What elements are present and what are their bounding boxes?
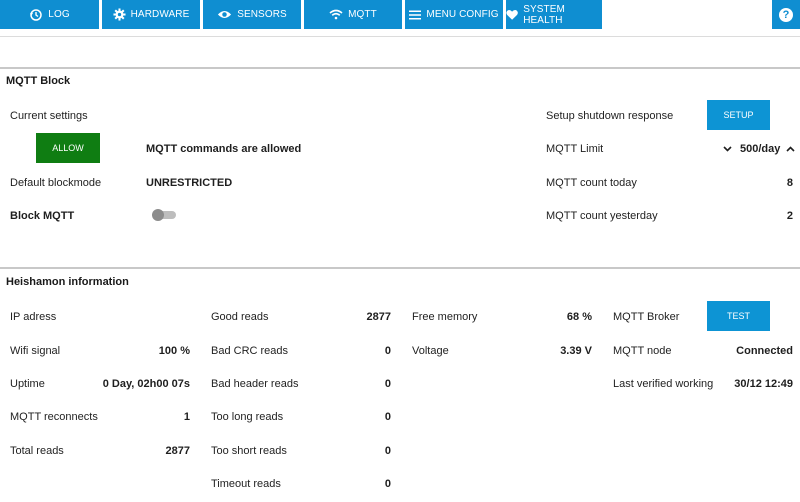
nav-system-health-button[interactable]: SYSTEM HEALTH bbox=[506, 0, 602, 29]
mqtt-count-today-label: MQTT count today bbox=[546, 177, 637, 189]
mqtt-node-label: MQTT node bbox=[613, 345, 672, 357]
mqtt-broker-label: MQTT Broker bbox=[613, 311, 680, 323]
uptime-label: Uptime bbox=[10, 378, 45, 390]
timeout-reads-value: 0 bbox=[384, 478, 391, 490]
mqtt-reconnects-label: MQTT reconnects bbox=[10, 411, 98, 423]
timeout-reads-label: Timeout reads bbox=[211, 478, 281, 490]
total-reads-value: 2877 bbox=[165, 445, 190, 457]
default-blockmode-label: Default blockmode bbox=[10, 177, 102, 189]
help-button[interactable]: ? bbox=[772, 0, 800, 29]
block-mqtt-label: Block MQTT bbox=[10, 210, 75, 222]
chevron-down-icon[interactable] bbox=[723, 146, 732, 152]
nav-system-health-label: SYSTEM HEALTH bbox=[523, 3, 565, 26]
good-reads-label: Good reads bbox=[211, 311, 269, 323]
setup-shutdown-label: Setup shutdown response bbox=[546, 110, 674, 122]
last-verified-label: Last verified working bbox=[613, 378, 714, 390]
chevron-up-icon[interactable] bbox=[786, 146, 795, 152]
divider bbox=[0, 267, 800, 269]
eye-icon bbox=[218, 10, 232, 19]
divider bbox=[0, 67, 800, 69]
test-button[interactable]: TEST bbox=[707, 301, 770, 331]
uptime-value: 0 Day, 02h00 07s bbox=[102, 378, 190, 390]
nav-menu-config-button[interactable]: MENU CONFIG bbox=[405, 0, 503, 29]
mqtt-count-yesterday-label: MQTT count yesterday bbox=[546, 210, 658, 222]
nav-log-label: LOG bbox=[48, 9, 70, 20]
too-long-reads-value: 0 bbox=[384, 411, 391, 423]
help-icon: ? bbox=[779, 7, 793, 22]
wifi-signal-value: 100 % bbox=[158, 345, 190, 357]
mqtt-limit-value: 500/day bbox=[740, 143, 781, 155]
nav-sensors-button[interactable]: SENSORS bbox=[203, 0, 301, 29]
history-icon bbox=[30, 8, 43, 21]
bad-crc-reads-label: Bad CRC reads bbox=[211, 345, 289, 357]
top-nav: LOG HARDWARE SENSORS MQTT MENU CONFIG SY… bbox=[0, 0, 800, 30]
bad-crc-reads-value: 0 bbox=[384, 345, 391, 357]
heart-icon bbox=[506, 9, 518, 20]
nav-sensors-label: SENSORS bbox=[237, 9, 287, 20]
wifi-signal-label: Wifi signal bbox=[10, 345, 61, 357]
ip-address-label: IP adress bbox=[10, 311, 57, 323]
last-verified-value: 30/12 12:49 bbox=[734, 378, 793, 390]
gear-icon bbox=[113, 8, 126, 21]
current-settings-label: Current settings bbox=[10, 110, 88, 122]
good-reads-value: 2877 bbox=[366, 311, 391, 323]
nav-log-button[interactable]: LOG bbox=[0, 0, 99, 29]
bad-header-reads-value: 0 bbox=[384, 378, 391, 390]
mqtt-count-yesterday-value: 2 bbox=[786, 210, 793, 222]
nav-hardware-button[interactable]: HARDWARE bbox=[102, 0, 200, 29]
setup-button[interactable]: SETUP bbox=[707, 100, 770, 130]
too-long-reads-label: Too long reads bbox=[211, 411, 284, 423]
block-mqtt-toggle[interactable] bbox=[152, 209, 176, 221]
bad-header-reads-label: Bad header reads bbox=[211, 378, 299, 390]
free-memory-value: 68 % bbox=[566, 311, 592, 323]
free-memory-label: Free memory bbox=[412, 311, 478, 323]
nav-mqtt-label: MQTT bbox=[348, 9, 377, 20]
default-blockmode-value: UNRESTRICTED bbox=[146, 177, 233, 189]
too-short-reads-value: 0 bbox=[384, 445, 391, 457]
allow-button[interactable]: ALLOW bbox=[36, 133, 100, 163]
heishamon-info-title: Heishamon information bbox=[6, 276, 129, 288]
mqtt-reconnects-value: 1 bbox=[183, 411, 190, 423]
nav-hardware-label: HARDWARE bbox=[130, 9, 190, 20]
too-short-reads-label: Too short reads bbox=[211, 445, 287, 457]
divider bbox=[0, 36, 800, 37]
mqtt-block-title: MQTT Block bbox=[6, 75, 71, 87]
voltage-value: 3.39 V bbox=[560, 345, 592, 357]
voltage-label: Voltage bbox=[412, 345, 449, 357]
total-reads-label: Total reads bbox=[10, 445, 64, 457]
toggle-knob bbox=[152, 209, 164, 221]
mqtt-count-today-value: 8 bbox=[786, 177, 793, 189]
nav-menu-config-label: MENU CONFIG bbox=[426, 9, 499, 20]
mqtt-status-text: MQTT commands are allowed bbox=[146, 143, 302, 155]
nav-mqtt-button[interactable]: MQTT bbox=[304, 0, 402, 29]
wifi-icon bbox=[329, 9, 343, 20]
menu-icon bbox=[409, 10, 422, 19]
mqtt-limit-label: MQTT Limit bbox=[546, 143, 604, 155]
mqtt-node-value: Connected bbox=[736, 345, 793, 357]
